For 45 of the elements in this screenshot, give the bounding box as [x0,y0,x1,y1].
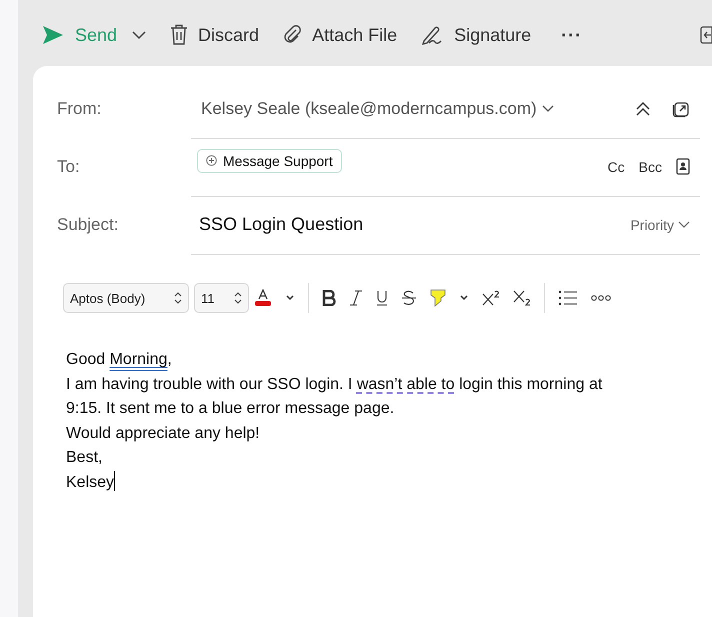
italic-icon[interactable] [349,290,363,306]
to-label: To: [57,157,81,177]
subscript-icon[interactable] [513,290,531,306]
plus-circle-icon [206,155,217,166]
message-line: 9:15. It sent me to a blue error message page. [66,399,396,419]
message-line: Would appreciate any help! [66,424,261,444]
priority-dropdown[interactable]: Priority [630,216,690,232]
pop-out-icon[interactable] [672,100,690,118]
send-icon [42,25,64,45]
subject-label: Subject: [57,215,120,235]
stepper-icon [234,291,242,305]
message-line: Kelsey [66,470,700,495]
font-family-select[interactable]: Aptos (Body) [63,283,189,313]
discard-button[interactable]: Discard [169,24,260,46]
message-line: Best, [66,448,104,468]
bold-icon[interactable] [322,290,336,306]
font-color-icon[interactable] [254,289,272,307]
from-label: From: [57,99,102,119]
cc-button[interactable]: Cc [608,158,625,174]
collapse-icon[interactable] [634,100,652,116]
chevron-down-icon[interactable] [131,30,148,40]
signature-button[interactable]: Signature [421,24,532,46]
message-line: Good Morning, [66,350,173,370]
bcc-button[interactable]: Bcc [638,158,662,174]
underline-icon[interactable] [376,290,388,306]
attach-button[interactable]: Attach File [283,24,398,46]
trash-icon [169,24,190,46]
from-dropdown[interactable]: Kelsey Seale (kseale@moderncampus.com) [191,98,554,118]
message-line: I am having trouble with our SSO login. I wasn’t able to login this morning at [66,374,604,394]
stepper-icon [174,291,182,305]
highlighter-icon[interactable] [430,289,446,307]
chevron-down-icon [542,104,554,112]
chevron-down-icon[interactable] [459,294,469,302]
font-size-select[interactable]: 11 [194,283,249,313]
recipient-chip[interactable]: Message Support [197,148,342,172]
chevron-down-icon[interactable] [285,294,295,302]
strikethrough-icon[interactable] [401,290,417,306]
superscript-icon[interactable] [482,290,500,306]
bullet-list-icon[interactable] [558,290,578,306]
chevron-down-icon [678,220,690,228]
address-book-icon[interactable] [676,158,690,176]
paperclip-icon [283,25,304,45]
more-button[interactable]: ··· [561,24,582,46]
more-options-icon[interactable] [591,294,611,302]
subject-field[interactable]: SSO Login Question [191,214,616,235]
